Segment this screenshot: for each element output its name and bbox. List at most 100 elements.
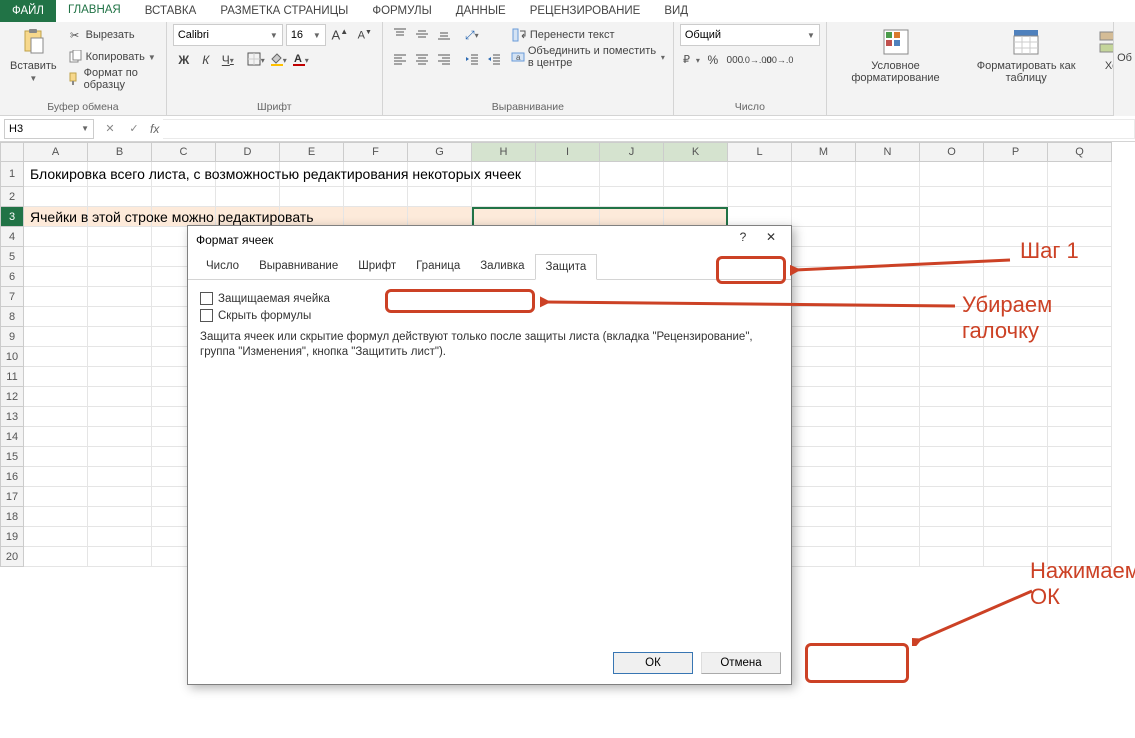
cell-M15[interactable] xyxy=(792,447,856,467)
dialog-tab-protection[interactable]: Защита xyxy=(535,254,598,280)
cell-M11[interactable] xyxy=(792,367,856,387)
cell-P16[interactable] xyxy=(984,467,1048,487)
cell-N14[interactable] xyxy=(856,427,920,447)
hidden-checkbox[interactable]: Скрыть формулы xyxy=(200,307,779,324)
locked-checkbox[interactable]: Защищаемая ячейка xyxy=(200,290,779,307)
cell-P17[interactable] xyxy=(984,487,1048,507)
row-header-8[interactable]: 8 xyxy=(0,307,24,327)
row-header-5[interactable]: 5 xyxy=(0,247,24,267)
cell-A17[interactable] xyxy=(24,487,88,507)
cell-O15[interactable] xyxy=(920,447,984,467)
cell-B2[interactable] xyxy=(88,187,152,207)
dialog-tab-font[interactable]: Шрифт xyxy=(348,254,406,279)
cell-G3[interactable] xyxy=(408,207,472,227)
row-header-1[interactable]: 1 xyxy=(0,162,24,187)
cell-K3[interactable] xyxy=(664,207,728,227)
row-header-13[interactable]: 13 xyxy=(0,407,24,427)
row-header-7[interactable]: 7 xyxy=(0,287,24,307)
row-header-4[interactable]: 4 xyxy=(0,227,24,247)
cell-Q10[interactable] xyxy=(1048,347,1112,367)
cell-N11[interactable] xyxy=(856,367,920,387)
cell-N10[interactable] xyxy=(856,347,920,367)
cell-K1[interactable] xyxy=(664,162,728,187)
cell-D2[interactable] xyxy=(216,187,280,207)
cell-Q2[interactable] xyxy=(1048,187,1112,207)
cell-P5[interactable] xyxy=(984,247,1048,267)
cell-M17[interactable] xyxy=(792,487,856,507)
cell-M5[interactable] xyxy=(792,247,856,267)
cell-Q17[interactable] xyxy=(1048,487,1112,507)
cell-P4[interactable] xyxy=(984,227,1048,247)
cell-M1[interactable] xyxy=(792,162,856,187)
cell-P11[interactable] xyxy=(984,367,1048,387)
paste-button[interactable]: Вставить ▼ xyxy=(6,24,61,85)
name-box[interactable]: H3▼ xyxy=(4,119,94,139)
align-left-button[interactable] xyxy=(389,49,411,71)
cell-O3[interactable] xyxy=(920,207,984,227)
cell-A2[interactable] xyxy=(24,187,88,207)
percent-button[interactable]: % xyxy=(702,49,724,71)
cell-H3[interactable] xyxy=(472,207,536,227)
cell-B6[interactable] xyxy=(88,267,152,287)
column-header-E[interactable]: E xyxy=(280,142,344,162)
column-header-G[interactable]: G xyxy=(408,142,472,162)
cancel-button[interactable]: Отмена xyxy=(701,652,781,674)
row-header-3[interactable]: 3 xyxy=(0,207,24,227)
cell-Q20[interactable] xyxy=(1048,547,1112,567)
cell-N8[interactable] xyxy=(856,307,920,327)
cell-G2[interactable] xyxy=(408,187,472,207)
cell-P14[interactable] xyxy=(984,427,1048,447)
orientation-button[interactable]: ⤢▾ xyxy=(461,24,483,46)
cell-M7[interactable] xyxy=(792,287,856,307)
cell-A4[interactable] xyxy=(24,227,88,247)
cell-A13[interactable] xyxy=(24,407,88,427)
cell-O8[interactable] xyxy=(920,307,984,327)
file-tab[interactable]: ФАЙЛ xyxy=(0,0,56,22)
column-header-F[interactable]: F xyxy=(344,142,408,162)
cell-P13[interactable] xyxy=(984,407,1048,427)
increase-font-button[interactable]: A▲ xyxy=(329,24,351,46)
select-all-corner[interactable] xyxy=(0,142,24,162)
cell-P12[interactable] xyxy=(984,387,1048,407)
cell-Q19[interactable] xyxy=(1048,527,1112,547)
column-header-K[interactable]: K xyxy=(664,142,728,162)
row-header-17[interactable]: 17 xyxy=(0,487,24,507)
decrease-decimal-button[interactable]: .00→.0 xyxy=(768,49,790,71)
row-header-2[interactable]: 2 xyxy=(0,187,24,207)
cell-N17[interactable] xyxy=(856,487,920,507)
dialog-tab-alignment[interactable]: Выравнивание xyxy=(249,254,348,279)
cell-L2[interactable] xyxy=(728,187,792,207)
cell-B13[interactable] xyxy=(88,407,152,427)
cell-P9[interactable] xyxy=(984,327,1048,347)
cell-A9[interactable] xyxy=(24,327,88,347)
row-header-15[interactable]: 15 xyxy=(0,447,24,467)
cell-O18[interactable] xyxy=(920,507,984,527)
cancel-formula-button[interactable]: ✕ xyxy=(98,122,122,135)
cell-B12[interactable] xyxy=(88,387,152,407)
column-header-C[interactable]: C xyxy=(152,142,216,162)
formula-input[interactable] xyxy=(163,119,1135,139)
cell-A7[interactable] xyxy=(24,287,88,307)
cell-M8[interactable] xyxy=(792,307,856,327)
cell-O17[interactable] xyxy=(920,487,984,507)
cell-Q5[interactable] xyxy=(1048,247,1112,267)
cell-O19[interactable] xyxy=(920,527,984,547)
align-top-button[interactable] xyxy=(389,24,411,46)
cell-N12[interactable] xyxy=(856,387,920,407)
column-header-B[interactable]: B xyxy=(88,142,152,162)
cell-C2[interactable] xyxy=(152,187,216,207)
decrease-indent-button[interactable] xyxy=(461,49,483,71)
cell-M13[interactable] xyxy=(792,407,856,427)
column-header-H[interactable]: H xyxy=(472,142,536,162)
conditional-formatting-button[interactable]: Условное форматирование xyxy=(833,24,958,86)
cut-button[interactable]: ✂ Вырезать xyxy=(65,24,160,46)
cell-A5[interactable] xyxy=(24,247,88,267)
cell-O2[interactable] xyxy=(920,187,984,207)
cell-M14[interactable] xyxy=(792,427,856,447)
cell-E2[interactable] xyxy=(280,187,344,207)
cell-Q6[interactable] xyxy=(1048,267,1112,287)
cell-P1[interactable] xyxy=(984,162,1048,187)
column-header-M[interactable]: M xyxy=(792,142,856,162)
cell-M3[interactable] xyxy=(792,207,856,227)
cell-B11[interactable] xyxy=(88,367,152,387)
